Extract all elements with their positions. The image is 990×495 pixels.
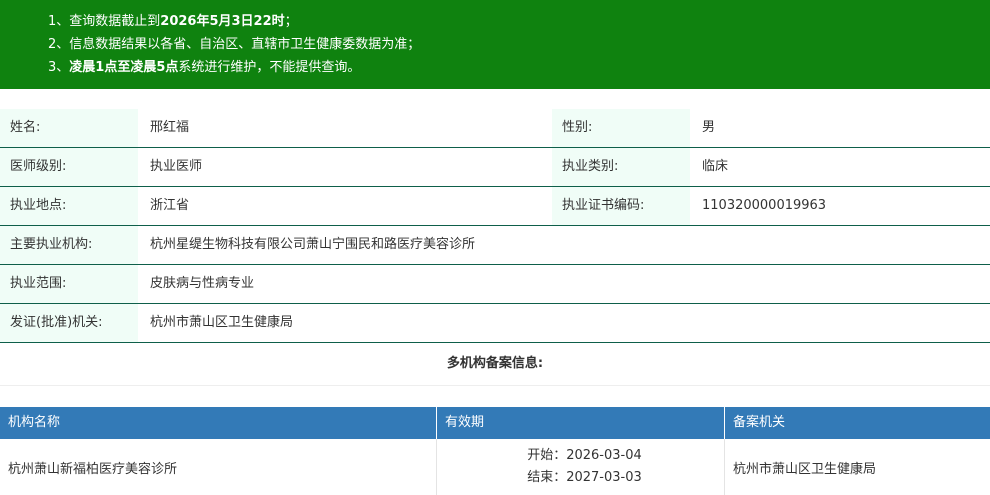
- info-row-scope: 执业范围: 皮肤病与性病专业: [0, 265, 990, 304]
- notice-line-1: 1、查询数据截止到2026年5月3日22时；: [48, 10, 990, 33]
- validity-start: 开始：2026-03-04: [527, 448, 642, 463]
- registry-header: 机构名称 有效期 备案机关: [0, 407, 990, 439]
- info-row-org: 主要执业机构: 杭州星缇生物科技有限公司萧山宁围民和路医疗美容诊所: [0, 226, 990, 265]
- gender-label: 性别:: [552, 109, 690, 147]
- multi-org-title: 多机构备案信息:: [0, 343, 990, 386]
- notice-line-3-hours: 凌晨1点至凌晨5点: [69, 60, 179, 75]
- scope-label: 执业范围:: [0, 265, 138, 303]
- notice-banner: 1、查询数据截止到2026年5月3日22时； 2、信息数据结果以各省、自治区、直…: [0, 0, 990, 89]
- header-validity: 有效期: [437, 407, 725, 439]
- org-label: 主要执业机构:: [0, 226, 138, 264]
- header-org-name: 机构名称: [0, 407, 437, 439]
- org-value: 杭州星缇生物科技有限公司萧山宁围民和路医疗美容诊所: [138, 226, 990, 264]
- notice-line-1-date: 2026年5月3日22时: [160, 14, 285, 29]
- table-row: 杭州萧山新福柏医疗美容诊所 开始：2026-03-04 结束：2027-03-0…: [0, 439, 990, 495]
- cert-value: 110320000019963: [690, 187, 990, 225]
- issuer-value: 杭州市萧山区卫生健康局: [138, 304, 990, 342]
- notice-line-1-suffix: ；: [284, 14, 298, 29]
- info-row-level: 医师级别: 执业医师 执业类别: 临床: [0, 148, 990, 187]
- doctor-info-table: 姓名: 邢红福 性别: 男 医师级别: 执业医师 执业类别: 临床 执业地点: …: [0, 109, 990, 343]
- scope-value: 皮肤病与性病专业: [138, 265, 990, 303]
- header-authority: 备案机关: [733, 415, 786, 430]
- location-label: 执业地点:: [0, 187, 138, 225]
- notice-line-1-prefix: 1、查询数据截止到: [48, 14, 161, 29]
- category-label: 执业类别:: [552, 148, 690, 186]
- level-label: 医师级别:: [0, 148, 138, 186]
- validity-end: 结束：2027-03-03: [527, 470, 642, 485]
- issuer-label: 发证(批准)机关:: [0, 304, 138, 342]
- registry-org-name: 杭州萧山新福柏医疗美容诊所: [0, 439, 437, 495]
- notice-line-3-suffix: 系统进行维护，不能提供查询。: [178, 60, 361, 75]
- info-row-name: 姓名: 邢红福 性别: 男: [0, 109, 990, 148]
- gender-value: 男: [690, 109, 990, 147]
- info-row-issuer: 发证(批准)机关: 杭州市萧山区卫生健康局: [0, 304, 990, 343]
- name-value: 邢红福: [138, 109, 552, 147]
- registry-validity: 开始：2026-03-04 结束：2027-03-03: [437, 439, 725, 495]
- notice-line-3-prefix: 3、: [48, 60, 70, 75]
- info-row-location: 执业地点: 浙江省 执业证书编码: 110320000019963: [0, 187, 990, 226]
- registry-authority: 杭州市萧山区卫生健康局: [733, 461, 877, 477]
- location-value: 浙江省: [138, 187, 552, 225]
- notice-line-2: 2、信息数据结果以各省、自治区、直辖市卫生健康委数据为准；: [48, 37, 421, 52]
- name-label: 姓名:: [0, 109, 138, 147]
- notice-line-3: 3、凌晨1点至凌晨5点系统进行维护，不能提供查询。: [48, 56, 990, 79]
- cert-label: 执业证书编码:: [552, 187, 690, 225]
- registry-table: 机构名称 有效期 备案机关 杭州萧山新福柏医疗美容诊所 开始：2026-03-0…: [0, 407, 990, 495]
- level-value: 执业医师: [138, 148, 552, 186]
- category-value: 临床: [690, 148, 990, 186]
